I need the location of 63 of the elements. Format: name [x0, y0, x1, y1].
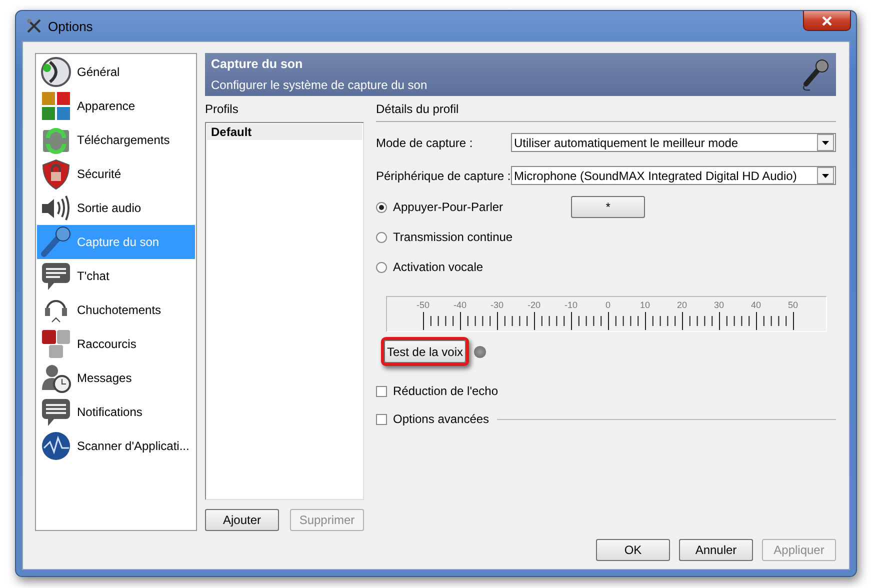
window-title: Options	[48, 18, 93, 34]
category-icon	[40, 226, 72, 258]
profile-item[interactable]: Default	[207, 124, 362, 140]
category-icon	[40, 362, 72, 394]
category-icon	[40, 158, 72, 190]
scale-label: 0	[606, 300, 610, 310]
sidebar-item[interactable]: Apparence	[37, 89, 195, 123]
sidebar-item[interactable]: Sécurité	[37, 157, 195, 191]
profile-button[interactable]: Ajouter	[205, 509, 279, 531]
sidebar-item[interactable]: Raccourcis	[37, 327, 195, 361]
radio-button[interactable]	[376, 232, 387, 242]
indicator-light	[474, 346, 486, 358]
category-icon	[40, 430, 72, 462]
dropdown[interactable]: Microphone (SoundMAX Integrated Digital HD Audio)	[511, 166, 836, 185]
radio-label: Appuyer-Pour-Parler	[393, 200, 504, 214]
category-icon	[40, 396, 72, 428]
caret-icon	[822, 174, 829, 178]
microphone-icon	[800, 58, 830, 92]
close-icon	[821, 16, 833, 26]
radio-label: Transmission continue	[393, 230, 513, 244]
sidebar-item[interactable]: Téléchargements	[37, 123, 195, 157]
section-subtitle: Configurer le système de capture du son	[211, 78, 428, 92]
scale-label: -50	[416, 300, 430, 310]
category-icon	[40, 260, 72, 292]
sidebar-item[interactable]: Notifications	[37, 395, 195, 429]
radio-button[interactable]	[376, 202, 387, 212]
profiles-label: Profils	[205, 102, 240, 116]
scale-label: -40	[454, 300, 466, 310]
dialog-button[interactable]: OK	[596, 539, 670, 561]
checkbox[interactable]	[376, 386, 387, 396]
category-icon	[40, 90, 72, 122]
sidebar-item[interactable]: Chuchotements	[37, 293, 195, 327]
scale-label: 30	[714, 300, 724, 310]
caret-icon	[822, 140, 829, 144]
category-icon	[40, 56, 72, 88]
details-title: Détails du profil	[376, 102, 836, 122]
scale-label: 40	[751, 300, 761, 310]
sidebar-item[interactable]: T'chat	[37, 259, 195, 293]
scale-label: -20	[528, 300, 540, 310]
section-title: Capture du son	[211, 57, 304, 71]
voice-test-button[interactable]: Test de la voix	[384, 340, 466, 363]
close-button[interactable]	[803, 11, 851, 31]
scale-label: 20	[677, 300, 687, 310]
sidebar-item[interactable]: Général	[37, 55, 195, 89]
radio-button[interactable]	[376, 262, 387, 272]
scale-label: -10	[564, 300, 578, 310]
category-icon	[40, 328, 72, 360]
tools-icon	[26, 18, 42, 34]
checkbox[interactable]	[376, 414, 387, 424]
scale-label: 50	[788, 300, 798, 310]
dropdown[interactable]: Utiliser automatiquement le meilleur mode	[511, 133, 836, 152]
hotkey-button[interactable]: *	[571, 196, 646, 218]
sidebar-item[interactable]: Messages	[37, 361, 195, 395]
checkbox-label: Options avancées	[393, 412, 490, 426]
checkbox-label: Réduction de l'echo	[393, 384, 498, 398]
field-label: Mode de capture :	[376, 136, 474, 150]
scale-label: -30	[490, 300, 504, 310]
field-label: Périphérique de capture :	[376, 168, 511, 182]
sidebar-item[interactable]: Sortie audio	[37, 191, 195, 225]
dialog-button[interactable]: Annuler	[679, 539, 753, 561]
sidebar-item[interactable]: Scanner d'Applicati...	[37, 429, 195, 463]
radio-label: Activation vocale	[393, 260, 484, 274]
scale-label: 10	[640, 300, 650, 310]
